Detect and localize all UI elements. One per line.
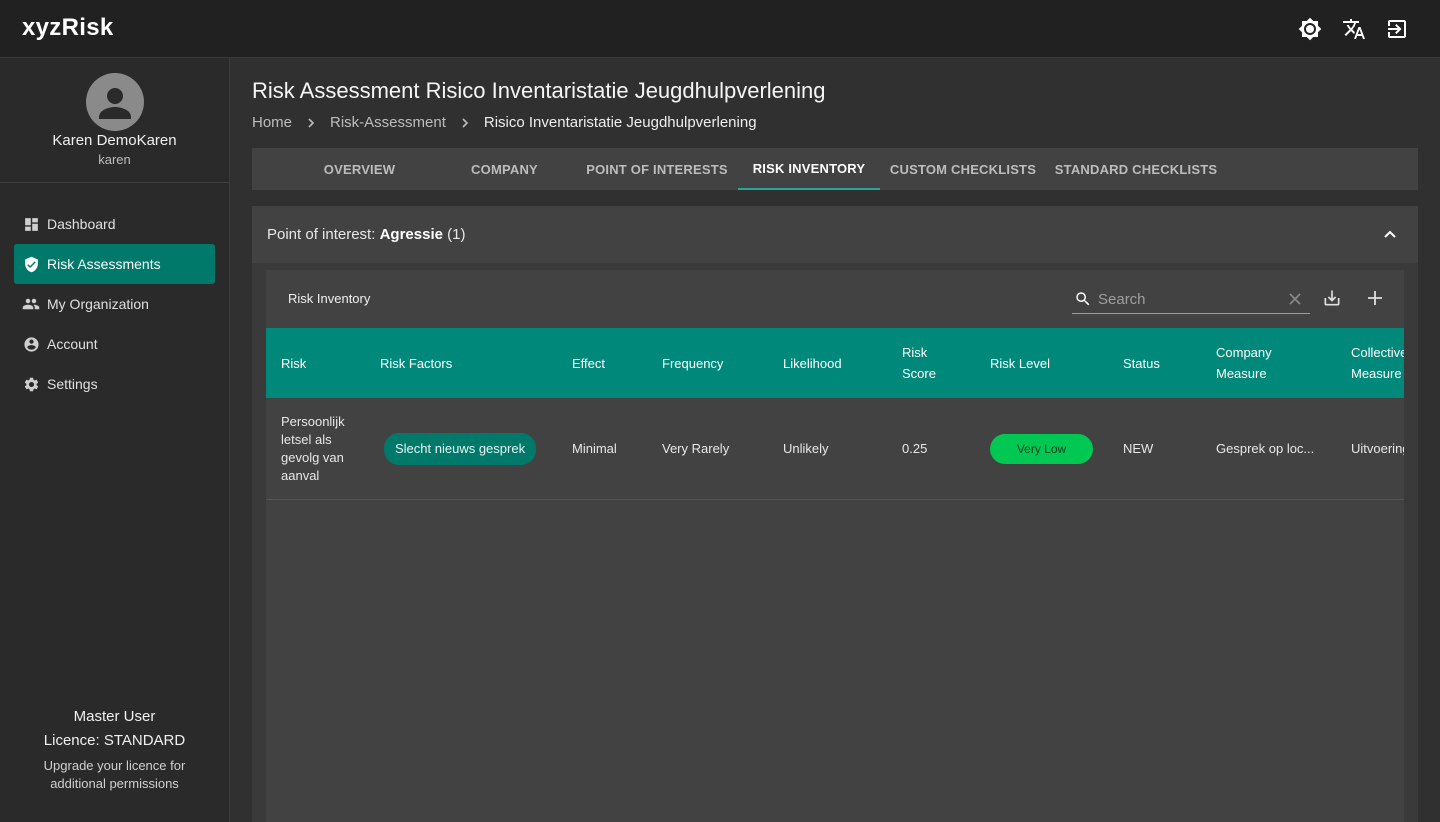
column-header-risk-factors[interactable]: Risk Factors	[380, 328, 452, 398]
tab-company[interactable]: COMPANY	[432, 148, 577, 190]
poi-title: Point of interest: Agressie (1)	[267, 226, 465, 243]
avatar[interactable]	[86, 73, 144, 131]
logout-icon[interactable]	[1385, 17, 1409, 41]
dashboard-icon	[22, 215, 40, 233]
user-handle: karen	[98, 152, 131, 167]
cell-risk-factors: Slecht nieuws gesprek	[384, 398, 537, 499]
sidebar-item-label: My Organization	[47, 296, 149, 312]
breadcrumb-risk-assessment[interactable]: Risk-Assessment	[330, 114, 446, 131]
column-header-status[interactable]: Status	[1123, 328, 1160, 398]
breadcrumb-home[interactable]: Home	[252, 114, 292, 131]
page-title: Risk Assessment Risico Inventaristatie J…	[252, 78, 826, 103]
poi-panel-header[interactable]: Point of interest: Agressie (1)	[252, 206, 1418, 263]
table-header: Risk Risk Factors Effect Frequency Likel…	[266, 328, 1404, 398]
gear-icon	[22, 375, 40, 393]
search-icon	[1074, 290, 1092, 308]
licence-role: Master User	[73, 708, 156, 725]
breadcrumb: Home Risk-Assessment Risico Inventarista…	[252, 114, 757, 131]
sidebar-item-label: Risk Assessments	[47, 256, 161, 272]
column-header-risk[interactable]: Risk	[281, 328, 306, 398]
chevron-right-icon	[460, 117, 470, 128]
cell-status: NEW	[1123, 440, 1154, 456]
risk-level-badge: Very Low	[990, 433, 1093, 464]
poi-prefix: Point of interest:	[267, 226, 376, 243]
sidebar-item-settings[interactable]: Settings	[14, 364, 215, 404]
poi-panel: Point of interest: Agressie (1) Risk Inv…	[252, 206, 1418, 822]
user-name: Karen DemoKaren	[52, 132, 177, 149]
cell-likelihood: Unlikely	[783, 440, 829, 456]
column-header-frequency[interactable]: Frequency	[662, 328, 723, 398]
poi-count: (1)	[447, 226, 466, 243]
licence-type: Licence: STANDARD	[43, 732, 186, 749]
sidebar-item-my-organization[interactable]: My Organization	[14, 284, 215, 324]
column-header-effect[interactable]: Effect	[572, 328, 605, 398]
brightness-icon[interactable]	[1298, 17, 1322, 41]
poi-name: Agressie	[379, 226, 443, 243]
tab-overview[interactable]: OVERVIEW	[287, 148, 432, 190]
column-header-risk-level[interactable]: Risk Level	[990, 328, 1050, 398]
column-header-company-measure[interactable]: Company Measure	[1216, 328, 1272, 398]
app-logo[interactable]: xyzRisk	[22, 14, 114, 42]
cell-collective-measure: Uitvoering	[1351, 440, 1404, 456]
risk-inventory-card: Risk Inventory Risk Risk Factors Effect …	[266, 270, 1404, 822]
people-icon	[22, 295, 40, 313]
close-icon[interactable]	[1288, 292, 1302, 306]
sidebar: Karen DemoKaren karen Dashboard Risk Ass…	[0, 58, 230, 822]
tab-custom-checklists[interactable]: CUSTOM CHECKLISTS	[880, 148, 1046, 190]
tab-risk-inventory[interactable]: RISK INVENTORY	[738, 148, 880, 190]
sidebar-item-label: Account	[47, 336, 98, 352]
card-title: Risk Inventory	[288, 291, 371, 306]
chevron-right-icon	[306, 117, 316, 128]
column-header-collective-measure[interactable]: Collective Measure	[1351, 328, 1404, 398]
chevron-up-icon[interactable]	[1380, 224, 1400, 244]
cell-frequency: Very Rarely	[662, 440, 730, 456]
tab-point-of-interests[interactable]: POINT OF INTERESTS	[577, 148, 737, 190]
sidebar-item-dashboard[interactable]: Dashboard	[14, 204, 215, 244]
sidebar-item-account[interactable]: Account	[14, 324, 215, 364]
shield-check-icon	[22, 255, 40, 273]
table-row[interactable]: Persoonlijk letsel als gevolg van aanval…	[266, 398, 1404, 500]
sidebar-item-label: Settings	[47, 376, 98, 392]
cell-risk-score: 0.25	[902, 440, 928, 456]
cell-company-measure: Gesprek op loc...	[1216, 440, 1315, 456]
sidebar-item-label: Dashboard	[47, 216, 116, 232]
search-field	[1072, 284, 1310, 314]
cell-risk: Persoonlijk letsel als gevolg van aanval	[281, 413, 345, 483]
risk-factor-chip[interactable]: Slecht nieuws gesprek	[384, 432, 537, 465]
breadcrumb-current: Risico Inventaristatie Jeugdhulpverlenin…	[483, 114, 757, 131]
search-input[interactable]	[1098, 288, 1278, 310]
sidebar-divider	[0, 182, 229, 183]
tab-bar: OVERVIEW COMPANY POINT OF INTERESTS RISK…	[252, 148, 1418, 190]
account-circle-icon	[22, 335, 40, 353]
column-header-likelihood[interactable]: Likelihood	[783, 328, 842, 398]
download-icon[interactable]	[1320, 286, 1344, 310]
licence-note: Upgrade your licence for additional perm…	[43, 758, 186, 791]
tab-standard-checklists[interactable]: STANDARD CHECKLISTS	[1046, 148, 1226, 190]
cell-effect: Minimal	[572, 440, 617, 456]
cell-risk-level: Very Low	[990, 398, 1093, 499]
add-icon[interactable]	[1363, 286, 1387, 310]
top-app-bar: xyzRisk	[0, 0, 1440, 58]
column-header-risk-score[interactable]: Risk Score	[902, 328, 936, 398]
translate-icon[interactable]	[1342, 17, 1366, 41]
sidebar-item-risk-assessments[interactable]: Risk Assessments	[14, 244, 215, 284]
